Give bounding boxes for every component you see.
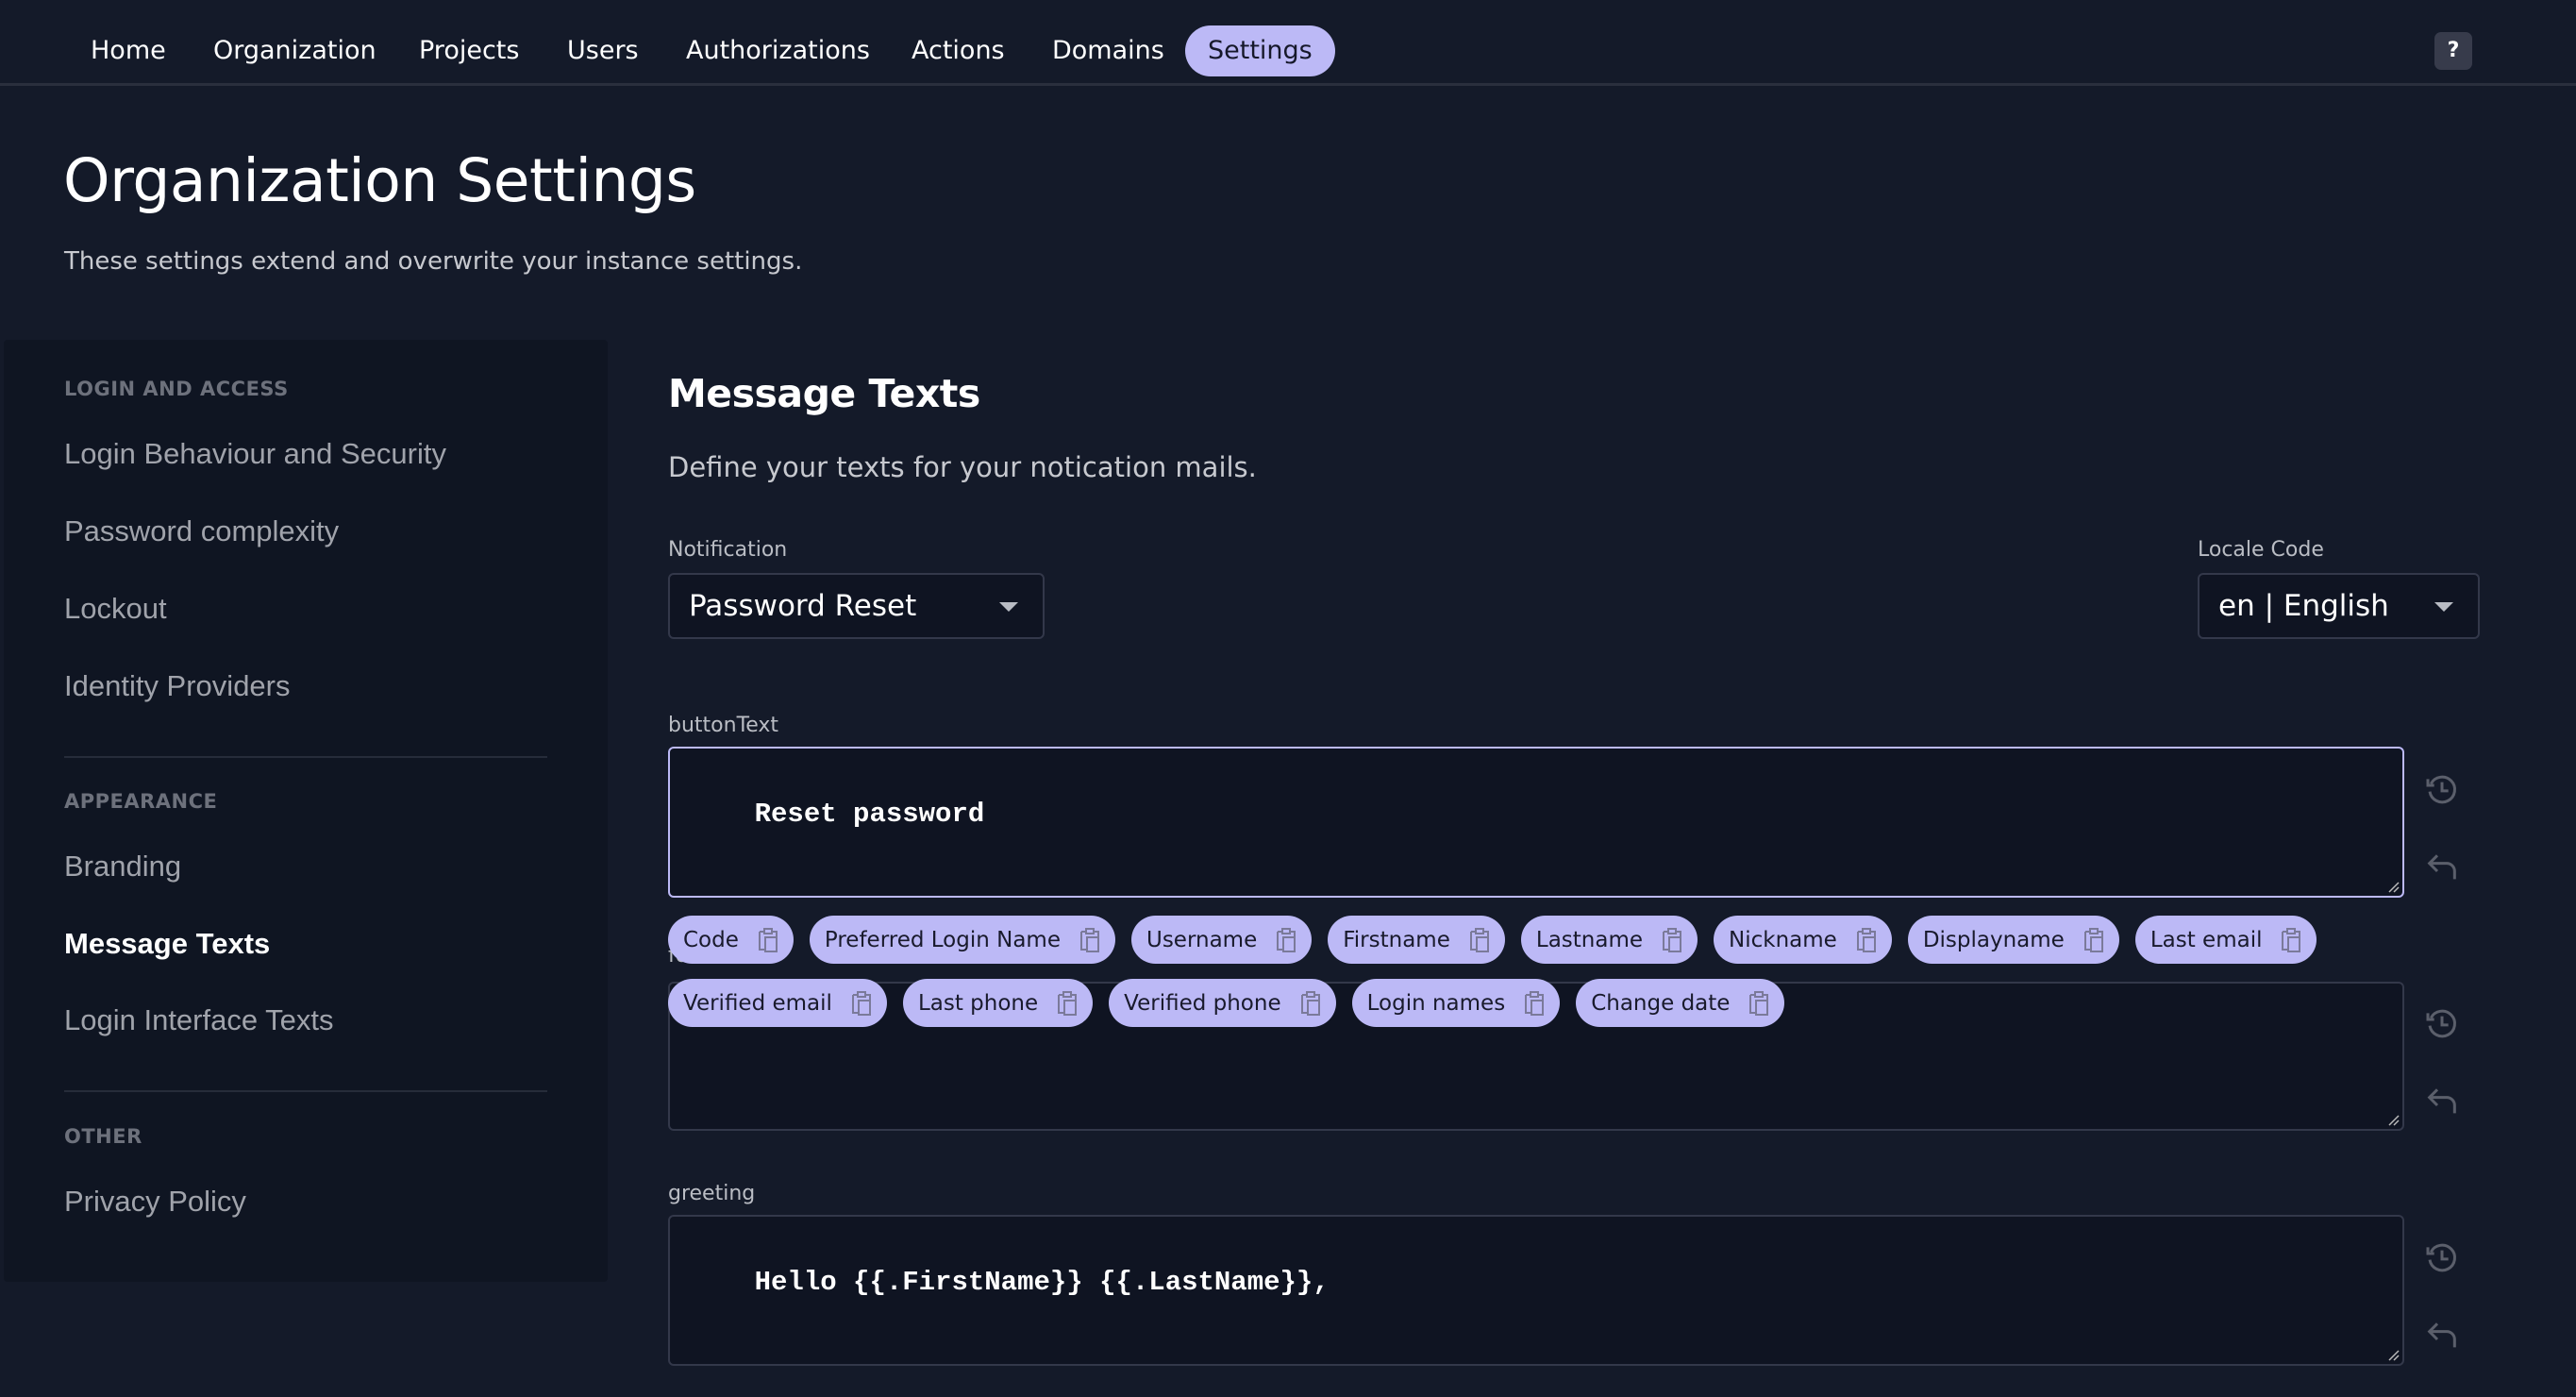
clipboard-icon[interactable] [2281,927,2301,953]
placeholder-chip-nickname[interactable]: Nickname [1714,916,1892,964]
notification-label: Notification [668,538,788,562]
history-icon[interactable] [2423,771,2461,809]
clipboard-icon[interactable] [1662,927,1682,953]
nav-item-domains[interactable]: Domains [1029,25,1187,76]
placeholder-chip-verified-email[interactable]: Verified email [668,979,887,1027]
sidebar-item-password-complexity[interactable]: Password complexity [64,514,339,548]
chip-label: Displayname [1922,927,2065,952]
button-text-label: buttonText [668,714,779,737]
history-icon[interactable] [2423,1005,2461,1043]
placeholder-chip-lastname[interactable]: Lastname [1520,916,1698,964]
chip-label: Username [1146,927,1258,952]
clipboard-icon[interactable] [1079,927,1100,953]
chip-row: Verified email Last phone Verified phone… [668,979,1785,1027]
undo-icon[interactable] [2423,848,2461,885]
button-text-textarea[interactable]: Reset password [668,747,2404,898]
placeholder-chip-firstname[interactable]: Firstname [1328,916,1505,964]
resize-handle-icon[interactable] [2386,1348,2400,1361]
placeholder-chip-login-names[interactable]: Login names [1351,979,1561,1027]
nav-item-settings[interactable]: Settings [1185,25,1335,76]
locale-code-label: Locale Code [2198,538,2324,562]
nav-item-actions[interactable]: Actions [889,25,1028,76]
greeting-textarea[interactable]: Hello {{.FirstName}} {{.LastName}}, [668,1215,2404,1366]
chip-label: Verified email [683,990,832,1016]
page-subtitle: These settings extend and overwrite your… [64,247,803,276]
clipboard-icon[interactable] [1300,990,1321,1017]
placeholder-chip-last-email[interactable]: Last email [2134,916,2317,964]
sidebar-section-other: OTHER [64,1125,142,1148]
clipboard-icon[interactable] [1748,990,1769,1017]
placeholder-chip-change-date[interactable]: Change date [1576,979,1785,1027]
placeholder-chip-last-phone[interactable]: Last phone [902,979,1094,1027]
sidebar-item-login-interface-texts[interactable]: Login Interface Texts [64,1003,334,1037]
top-navigation: Home Organization Projects Users Authori… [0,0,2576,86]
nav-item-organization[interactable]: Organization [191,25,399,76]
nav-item-authorizations[interactable]: Authorizations [663,25,893,76]
sidebar-divider [64,756,547,758]
button-text-value: Reset password [754,799,985,830]
sidebar-section-appearance: APPEARANCE [64,790,218,813]
help-button[interactable]: ? [2434,32,2472,70]
sidebar-item-identity-providers[interactable]: Identity Providers [64,669,291,703]
clipboard-icon[interactable] [1057,990,1078,1017]
chip-label: Code [683,927,739,952]
sidebar-divider [64,1090,547,1092]
nav-item-users[interactable]: Users [544,25,661,76]
placeholder-chip-displayname[interactable]: Displayname [1907,916,2119,964]
clipboard-icon[interactable] [2083,927,2104,953]
notification-select[interactable]: Password Reset [668,573,1045,639]
history-icon[interactable] [2423,1239,2461,1277]
section-title: Message Texts [668,371,980,416]
nav-item-home[interactable]: Home [68,25,189,76]
clipboard-icon[interactable] [1469,927,1490,953]
page-title: Organization Settings [63,146,696,215]
sidebar-item-message-texts[interactable]: Message Texts [64,927,270,961]
resize-handle-icon[interactable] [2386,880,2400,893]
chip-label: Preferred Login Name [824,927,1061,952]
clipboard-icon[interactable] [1856,927,1877,953]
chip-label: Change date [1591,990,1731,1016]
clipboard-icon[interactable] [851,990,872,1017]
placeholder-chip-preferred-login-name[interactable]: Preferred Login Name [809,916,1115,964]
sidebar-item-lockout[interactable]: Lockout [64,592,167,626]
settings-sidebar: LOGIN AND ACCESS Login Behaviour and Sec… [4,340,608,1282]
chip-label: Login names [1366,990,1506,1016]
greeting-value: Hello {{.FirstName}} {{.LastName}}, [754,1267,1330,1298]
notification-select-value: Password Reset [689,589,917,623]
undo-icon[interactable] [2423,1316,2461,1354]
sidebar-item-branding[interactable]: Branding [64,850,181,884]
clipboard-icon[interactable] [1276,927,1296,953]
sidebar-item-privacy-policy[interactable]: Privacy Policy [64,1185,246,1219]
clipboard-icon[interactable] [758,927,778,953]
undo-icon[interactable] [2423,1082,2461,1119]
chip-label: Firstname [1343,927,1450,952]
chip-label: Nickname [1729,927,1837,952]
resize-handle-icon[interactable] [2386,1113,2400,1126]
chevron-down-icon [999,602,1018,612]
sidebar-section-login-and-access: LOGIN AND ACCESS [64,378,289,400]
chip-label: Verified phone [1124,990,1281,1016]
section-description: Define your texts for your notication ma… [668,451,1257,483]
chevron-down-icon [2434,602,2453,612]
clipboard-icon[interactable] [1524,990,1545,1017]
locale-code-select-value: en | English [2218,589,2389,623]
chip-label: Last phone [917,990,1039,1016]
nav-item-projects[interactable]: Projects [396,25,542,76]
sidebar-item-login-behaviour[interactable]: Login Behaviour and Security [64,437,446,471]
chip-label: Lastname [1535,927,1644,952]
placeholder-chip-code[interactable]: Code [668,916,794,964]
greeting-label: greeting [668,1182,756,1205]
placeholder-chip-verified-phone[interactable]: Verified phone [1109,979,1336,1027]
chip-label: Last email [2149,927,2263,952]
locale-code-select[interactable]: en | English [2198,573,2480,639]
chip-row: Code Preferred Login Name Username First… [668,916,2317,964]
placeholder-chip-username[interactable]: Username [1130,916,1313,964]
